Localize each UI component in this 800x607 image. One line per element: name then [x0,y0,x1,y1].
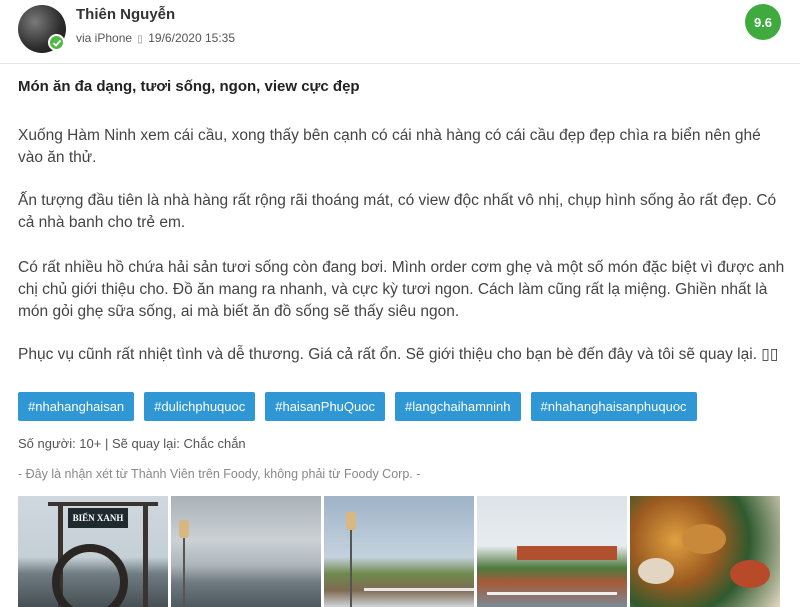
review-photo[interactable]: BIỂN XANH [18,496,168,607]
food-dish [638,558,674,584]
restaurant-roof [517,546,617,560]
sign-post [143,502,148,607]
review-paragraph: Phục vụ cũnh rất nhiệt tình và dễ thương… [18,346,779,363]
review-photo[interactable] [630,496,780,607]
username-link[interactable]: Thiên Nguyễn [76,6,175,23]
decor-ring [52,544,128,607]
review-card: Thiên Nguyễn via iPhone ▯ 19/6/2020 15:3… [0,0,800,607]
post-date: 19/6/2020 15:35 [148,31,235,45]
score-badge: 9.6 [745,4,781,40]
hashtag-langchaihamninh[interactable]: #langchaihamninh [394,392,521,421]
lantern-pole [350,530,352,607]
review-photo[interactable] [477,496,627,607]
review-paragraph: Xuống Hàm Ninh xem cái cầu, xong thấy bê… [18,127,761,166]
review-photo[interactable] [171,496,321,607]
separator: ▯ [137,34,143,45]
device-label: via iPhone [76,31,133,45]
hashtag-haisanphuquoc[interactable]: #haisanPhuQuoc [265,392,385,421]
review-paragraph: Ấn tượng đầu tiên là nhà hàng rất rộng r… [18,192,777,231]
restaurant-sign: BIỂN XANH [68,508,128,528]
disclaimer: - Đây là nhận xét từ Thành Viên trên Foo… [18,467,421,481]
hashtag-nhahanghaisanphuquoc[interactable]: #nhahanghaisanphuquoc [530,392,697,421]
bridge-rail [364,588,474,591]
visit-info: Số người: 10+ | Sẽ quay lại: Chắc chắn [18,436,246,451]
photo-gallery: BIỂN XANH [18,496,780,607]
verified-check-icon [48,34,65,51]
food-dish [682,524,726,554]
hashtag-list: #nhahanghaisan #dulichphuquoc #haisanPhu… [18,392,707,421]
lantern [346,512,356,530]
lantern [179,520,189,538]
hashtag-dulichphuquoc[interactable]: #dulichphuquoc [144,392,256,421]
review-photo[interactable] [324,496,474,607]
post-meta: via iPhone ▯ 19/6/2020 15:35 [76,31,235,45]
divider [0,63,800,64]
bridge-rail [487,592,617,595]
review-paragraph: Có rất nhiều hồ chứa hải sản tươi sống c… [18,259,785,320]
review-title[interactable]: Món ăn đa dạng, tươi sống, ngon, view cự… [18,78,360,95]
food-dish [730,560,770,588]
hashtag-nhahanghaisan[interactable]: #nhahanghaisan [18,392,135,421]
lantern-pole [183,538,185,607]
sign-beam [48,502,158,506]
